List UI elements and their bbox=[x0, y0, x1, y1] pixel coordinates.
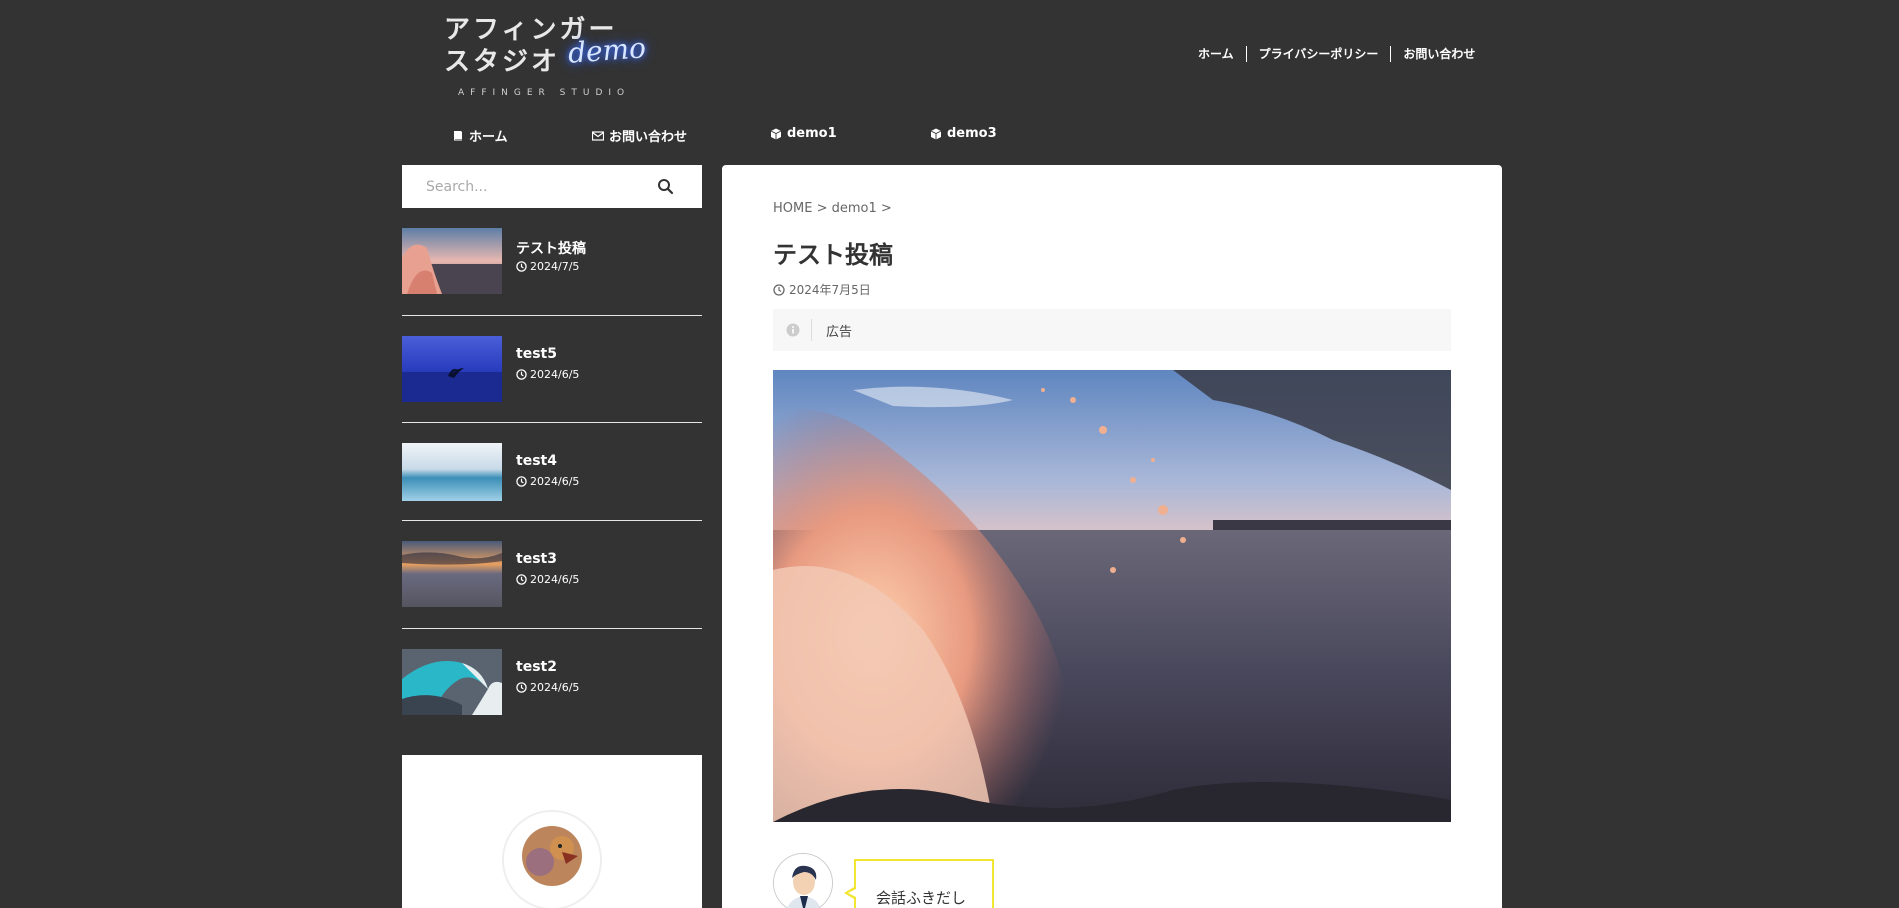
clock-icon bbox=[516, 682, 527, 693]
post-thumbnail-sunset bbox=[402, 541, 502, 607]
post-date: 2024/7/5 bbox=[516, 260, 579, 273]
search-input[interactable] bbox=[426, 165, 646, 208]
info-icon bbox=[786, 323, 800, 337]
logo-subtitle: AFFINGER STUDIO bbox=[458, 88, 631, 98]
article-card: HOME > demo1 > テスト投稿 2024年7月5日 広告 会話ふきだし bbox=[722, 165, 1502, 908]
post-thumbnail-sea bbox=[402, 443, 502, 501]
post-divider bbox=[402, 628, 702, 629]
featured-image bbox=[773, 370, 1451, 822]
profile-card bbox=[402, 755, 702, 908]
search-icon[interactable] bbox=[656, 177, 676, 197]
post-title[interactable]: test3 bbox=[516, 551, 557, 567]
speech-text: 会話ふきだし bbox=[876, 889, 967, 907]
clock-icon bbox=[516, 369, 527, 380]
main-nav-contact-label: お問い合わせ bbox=[609, 130, 688, 145]
person-icon bbox=[774, 854, 832, 908]
breadcrumb-separator: > bbox=[880, 201, 892, 216]
main-nav-home-label: ホーム bbox=[469, 130, 508, 145]
post-date: 2024/6/5 bbox=[516, 573, 579, 586]
top-nav-privacy[interactable]: プライバシーポリシー bbox=[1245, 46, 1391, 62]
main-nav-home[interactable]: ホーム bbox=[452, 126, 508, 145]
sidebar-post-2[interactable]: test5 2024/6/5 bbox=[402, 336, 702, 426]
top-nav-home[interactable]: ホーム bbox=[1186, 46, 1246, 62]
post-title[interactable]: テスト投稿 bbox=[516, 238, 586, 258]
sidebar-post-1[interactable]: テスト投稿 2024/7/5 bbox=[402, 228, 702, 318]
post-thumbnail-wave bbox=[402, 228, 502, 294]
post-date-text: 2024/6/5 bbox=[530, 681, 580, 694]
article-date: 2024年7月5日 bbox=[773, 281, 871, 298]
sidebar-post-5[interactable]: test2 2024/6/5 bbox=[402, 649, 702, 739]
ad-label: 広告 bbox=[826, 325, 853, 340]
main-nav-demo1[interactable]: demo1 bbox=[770, 126, 837, 141]
main-nav-demo1-label: demo1 bbox=[787, 126, 837, 141]
cube-icon bbox=[770, 128, 782, 139]
post-date: 2024/6/5 bbox=[516, 475, 579, 488]
search-box bbox=[402, 165, 702, 208]
clock-icon bbox=[516, 261, 527, 272]
ad-divider bbox=[811, 319, 812, 341]
lion-icon bbox=[504, 812, 600, 908]
main-nav-contact[interactable]: お問い合わせ bbox=[592, 126, 687, 145]
post-thumbnail-whale bbox=[402, 336, 502, 402]
breadcrumb-home[interactable]: HOME bbox=[773, 201, 812, 216]
post-date-text: 2024/6/5 bbox=[530, 573, 580, 586]
main-nav-demo3-label: demo3 bbox=[947, 126, 997, 141]
book-icon bbox=[454, 130, 462, 141]
breadcrumb-category[interactable]: demo1 bbox=[832, 201, 877, 216]
breadcrumb: HOME > demo1 > bbox=[773, 201, 892, 216]
post-divider bbox=[402, 520, 702, 521]
post-thumbnail-curl bbox=[402, 649, 502, 715]
sidebar-post-4[interactable]: test3 2024/6/5 bbox=[402, 541, 702, 631]
avatar bbox=[773, 853, 833, 908]
clock-icon bbox=[516, 574, 527, 585]
site-logo[interactable]: アフィンガー スタジオ demo AFFINGER STUDIO bbox=[444, 14, 647, 100]
avatar bbox=[502, 810, 602, 908]
page-title: テスト投稿 bbox=[773, 241, 893, 269]
post-title[interactable]: test4 bbox=[516, 453, 557, 469]
logo-line2: スタジオ bbox=[444, 47, 561, 77]
post-date-text: 2024/6/5 bbox=[530, 475, 580, 488]
post-date-text: 2024/7/5 bbox=[530, 260, 580, 273]
speech-bubble: 会話ふきだし bbox=[844, 859, 994, 908]
post-divider bbox=[402, 422, 702, 423]
top-nav: ホーム プライバシーポリシー お問い合わせ bbox=[1186, 46, 1487, 62]
breadcrumb-separator: > bbox=[816, 201, 832, 216]
clock-icon bbox=[516, 476, 527, 487]
ad-notice: 広告 bbox=[773, 309, 1451, 351]
wave-photo bbox=[773, 370, 1451, 822]
mail-icon bbox=[592, 130, 604, 141]
post-date: 2024/6/5 bbox=[516, 681, 579, 694]
main-nav-demo3[interactable]: demo3 bbox=[930, 126, 997, 141]
top-nav-contact[interactable]: お問い合わせ bbox=[1390, 46, 1487, 62]
logo-accent: demo bbox=[566, 31, 647, 70]
article-date-text: 2024年7月5日 bbox=[789, 283, 871, 297]
post-divider bbox=[402, 315, 702, 316]
post-title[interactable]: test5 bbox=[516, 346, 557, 362]
cube-icon bbox=[930, 128, 942, 139]
post-date: 2024/6/5 bbox=[516, 368, 579, 381]
post-title[interactable]: test2 bbox=[516, 659, 557, 675]
post-date-text: 2024/6/5 bbox=[530, 368, 580, 381]
clock-icon bbox=[773, 283, 785, 296]
